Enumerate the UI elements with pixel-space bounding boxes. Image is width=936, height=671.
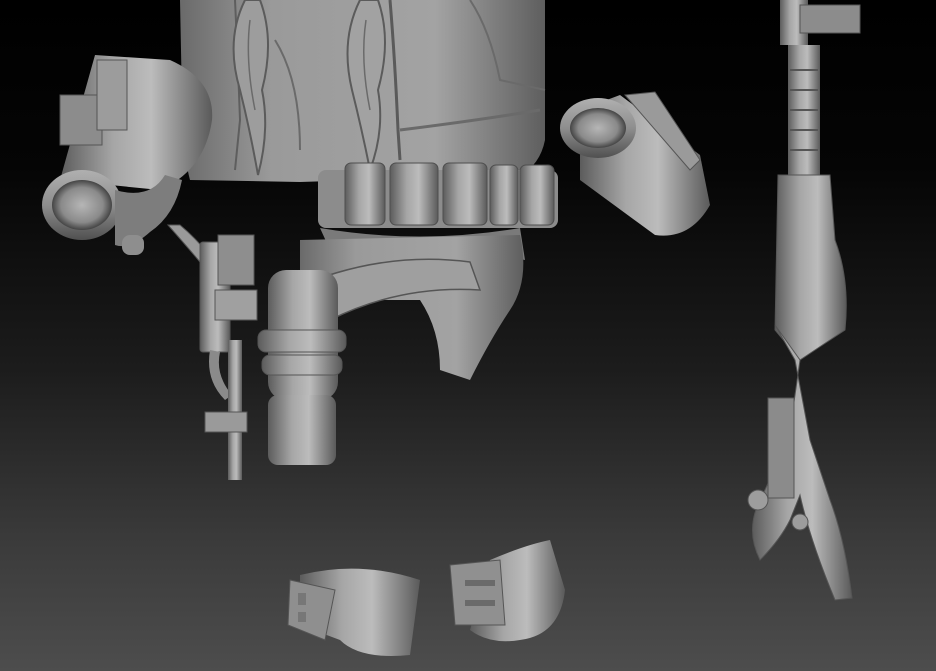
right-gauntlet — [560, 91, 710, 236]
torso-armor — [180, 0, 546, 182]
rifle — [747, 0, 861, 601]
sculpt-scene — [42, 0, 861, 656]
blaster-pistol — [166, 224, 258, 480]
holster — [257, 270, 347, 465]
left-gauntlet — [42, 55, 213, 255]
ankle-cuff-left — [287, 568, 420, 656]
render-viewport — [0, 0, 936, 671]
ankle-cuff-right — [449, 540, 565, 642]
